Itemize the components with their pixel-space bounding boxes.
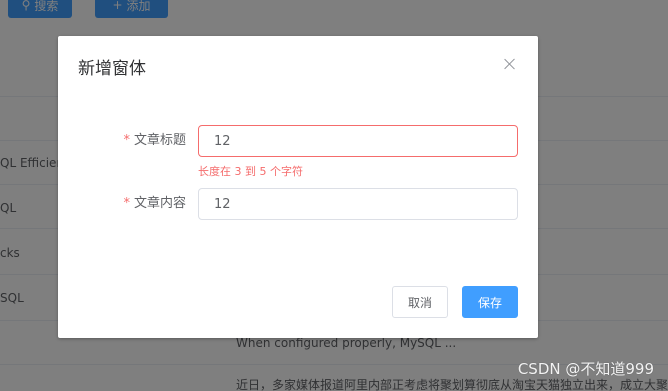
content-input[interactable] [198, 188, 518, 220]
add-form-dialog: 新增窗体 *文章标题 长度在 3 到 5 个字符 *文章内容 取消 保存 [58, 36, 538, 338]
title-label: * 文章标题 [123, 133, 186, 148]
title-input[interactable] [198, 125, 518, 157]
required-mark: * [123, 133, 130, 148]
form-row-title: * 文章标题 [58, 125, 538, 157]
watermark: CSDN @不知道999 [517, 360, 654, 378]
form-row-content: * 文章内容 [58, 188, 538, 220]
save-button[interactable]: 保存 [462, 286, 518, 318]
close-icon[interactable] [502, 56, 518, 72]
title-error-message: 长度在 3 到 5 个字符 [198, 165, 303, 178]
cancel-button[interactable]: 取消 [392, 286, 448, 318]
required-mark: * [123, 196, 130, 211]
content-label: * 文章内容 [123, 196, 186, 211]
dialog-title: 新增窗体 [78, 59, 146, 79]
